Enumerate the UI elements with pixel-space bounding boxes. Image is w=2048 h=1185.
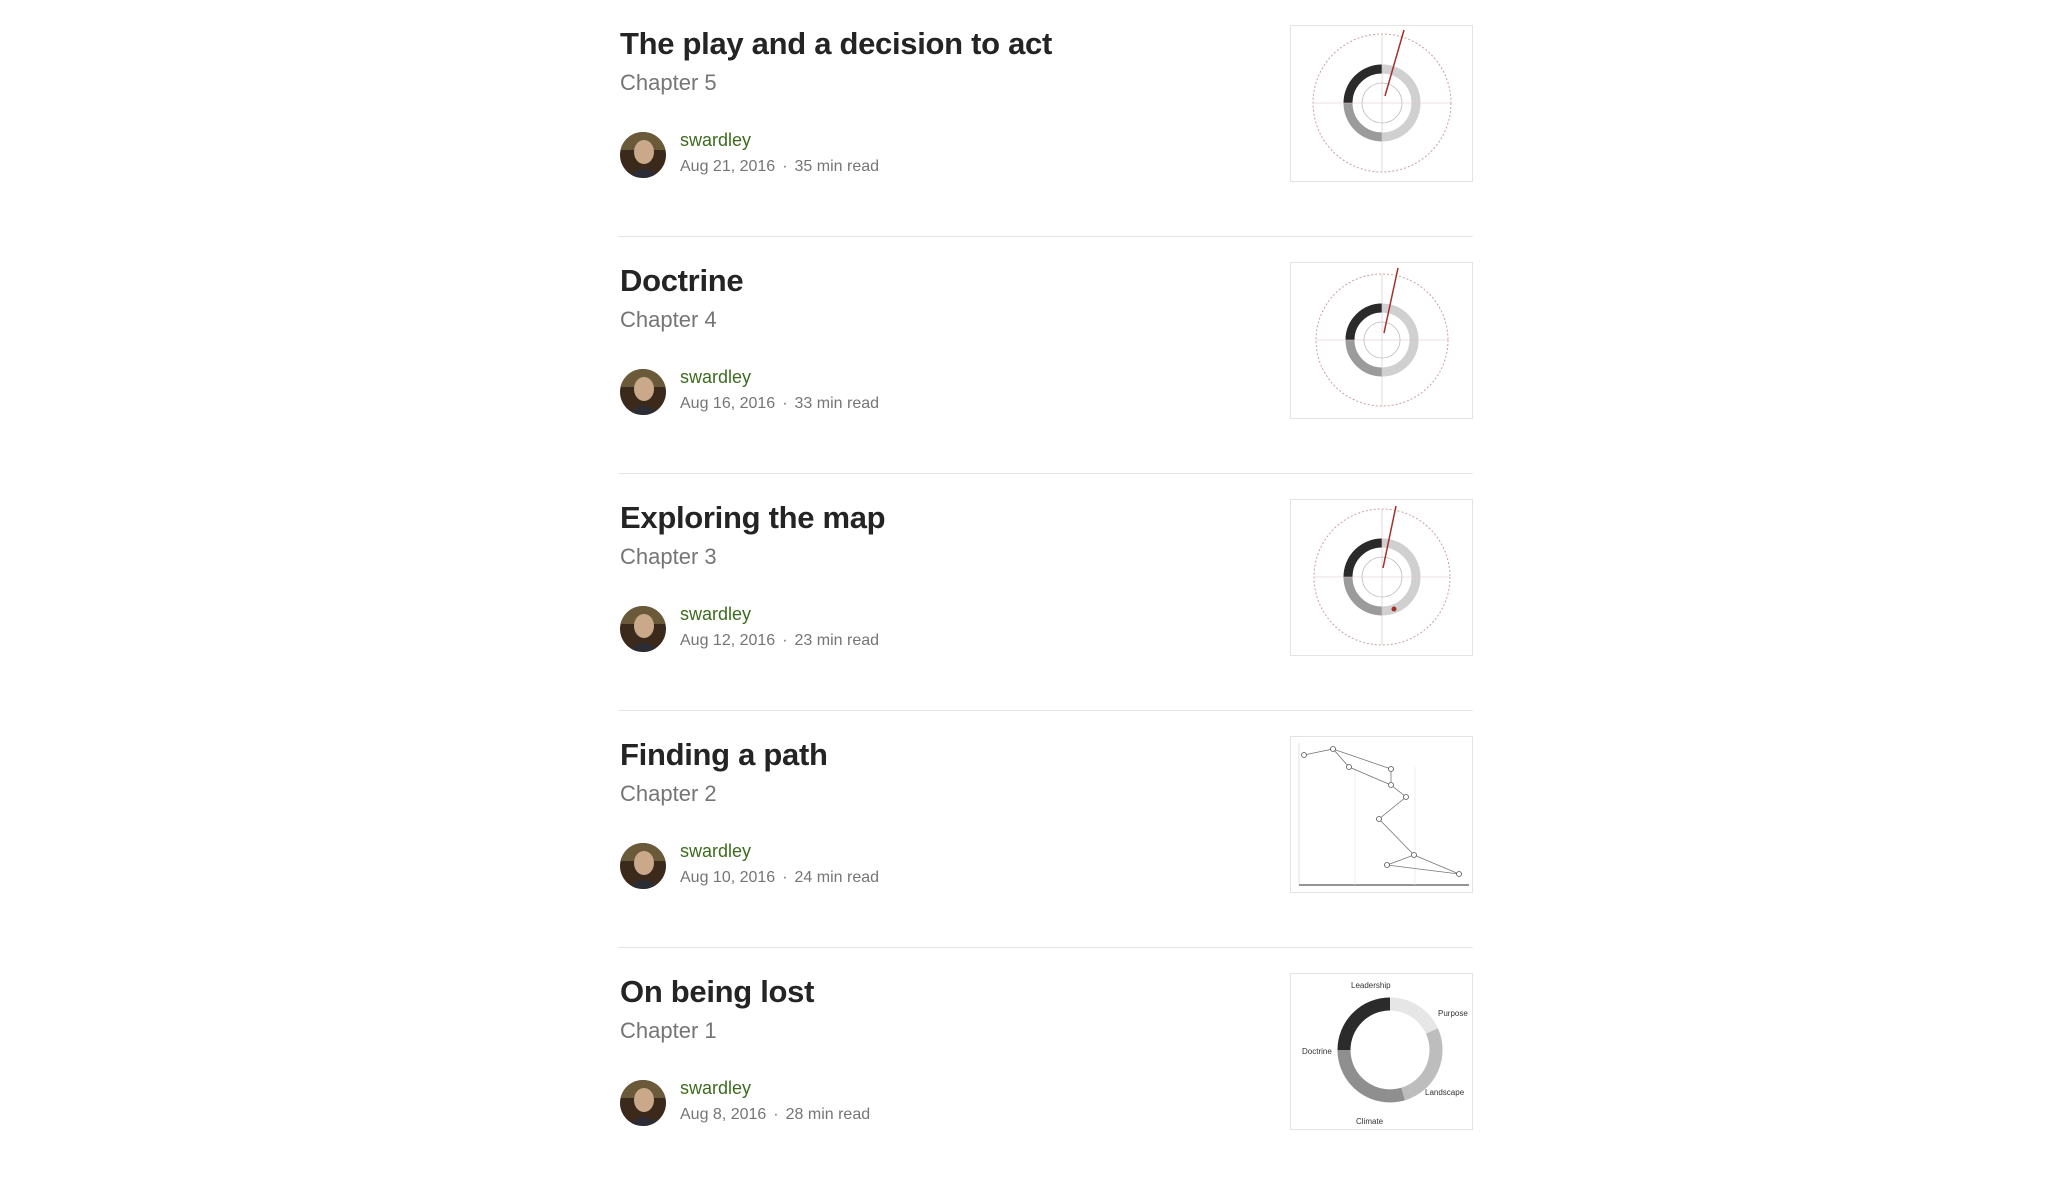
diagram-label: Leadership [1351, 981, 1391, 990]
post-title[interactable]: Doctrine [620, 263, 744, 299]
post-item: Exploring the map Chapter 3 swardley Aug… [618, 474, 1473, 711]
post-title[interactable]: The play and a decision to act [620, 26, 1052, 62]
post-thumbnail[interactable] [1290, 499, 1473, 656]
author-name[interactable]: swardley [680, 130, 751, 151]
post-thumbnail[interactable] [1290, 262, 1473, 419]
post-subtitle: Chapter 1 [620, 1018, 717, 1043]
diagram-label: Purpose [1438, 1009, 1468, 1018]
post-date: Aug 12, 2016 [680, 632, 776, 649]
author-name[interactable]: swardley [680, 367, 751, 388]
post-date: Aug 16, 2016 [680, 395, 776, 412]
post-meta: Aug 16, 2016 · 33 min read [680, 395, 879, 413]
read-time: 35 min read [794, 158, 880, 175]
post-date: Aug 8, 2016 [680, 1106, 767, 1123]
read-time: 24 min read [794, 869, 880, 886]
post-title[interactable]: On being lost [620, 974, 814, 1010]
post-item: Doctrine Chapter 4 swardley Aug 16, 2016… [618, 237, 1473, 474]
post-item: Finding a path Chapter 2 swardley Aug 10… [618, 711, 1473, 948]
meta-separator: · [782, 632, 788, 649]
avatar[interactable] [620, 369, 666, 415]
post-feed: The play and a decision to act Chapter 5… [618, 0, 1473, 1185]
author-name[interactable]: swardley [680, 1078, 751, 1099]
meta-separator: · [782, 869, 788, 886]
read-time: 28 min read [785, 1106, 871, 1123]
wardley-map-diagram-icon [1298, 743, 1469, 886]
author-name[interactable]: swardley [680, 604, 751, 625]
post-thumbnail[interactable] [1290, 25, 1473, 182]
strategy-cycle-diagram-icon [1313, 505, 1451, 646]
post-subtitle: Chapter 2 [620, 781, 717, 806]
meta-separator: · [773, 1106, 779, 1123]
post-thumbnail[interactable] [1290, 736, 1473, 893]
post-date: Aug 10, 2016 [680, 869, 776, 886]
author-name[interactable]: swardley [680, 841, 751, 862]
read-time: 33 min read [794, 395, 880, 412]
read-time: 23 min read [794, 632, 880, 649]
post-meta: Aug 21, 2016 · 35 min read [680, 158, 879, 176]
post-meta: Aug 10, 2016 · 24 min read [680, 869, 879, 887]
post-thumbnail[interactable]: Leadership Purpose Doctrine Landscape Cl… [1290, 973, 1473, 1130]
avatar[interactable] [620, 1080, 666, 1126]
avatar[interactable] [620, 606, 666, 652]
strategy-cycle-diagram-icon [1315, 267, 1449, 407]
diagram-label: Landscape [1425, 1088, 1465, 1097]
post-subtitle: Chapter 4 [620, 307, 717, 332]
post-title[interactable]: Finding a path [620, 737, 828, 773]
post-meta: Aug 8, 2016 · 28 min read [680, 1106, 870, 1124]
diagram-label: Doctrine [1302, 1047, 1332, 1056]
meta-separator: · [782, 395, 788, 412]
post-item: The play and a decision to act Chapter 5… [618, 0, 1473, 237]
post-meta: Aug 12, 2016 · 23 min read [680, 632, 879, 650]
post-item: On being lost Chapter 1 swardley Aug 8, … [618, 948, 1473, 1185]
post-subtitle: Chapter 5 [620, 70, 717, 95]
avatar[interactable] [620, 843, 666, 889]
post-title[interactable]: Exploring the map [620, 500, 886, 536]
diagram-label: Climate [1356, 1117, 1384, 1126]
meta-separator: · [782, 158, 788, 175]
post-date: Aug 21, 2016 [680, 158, 776, 175]
strategy-cycle-diagram-icon: Leadership Purpose Doctrine Landscape Cl… [1302, 981, 1468, 1126]
strategy-cycle-diagram-icon [1312, 29, 1452, 173]
post-subtitle: Chapter 3 [620, 544, 717, 569]
avatar[interactable] [620, 132, 666, 178]
